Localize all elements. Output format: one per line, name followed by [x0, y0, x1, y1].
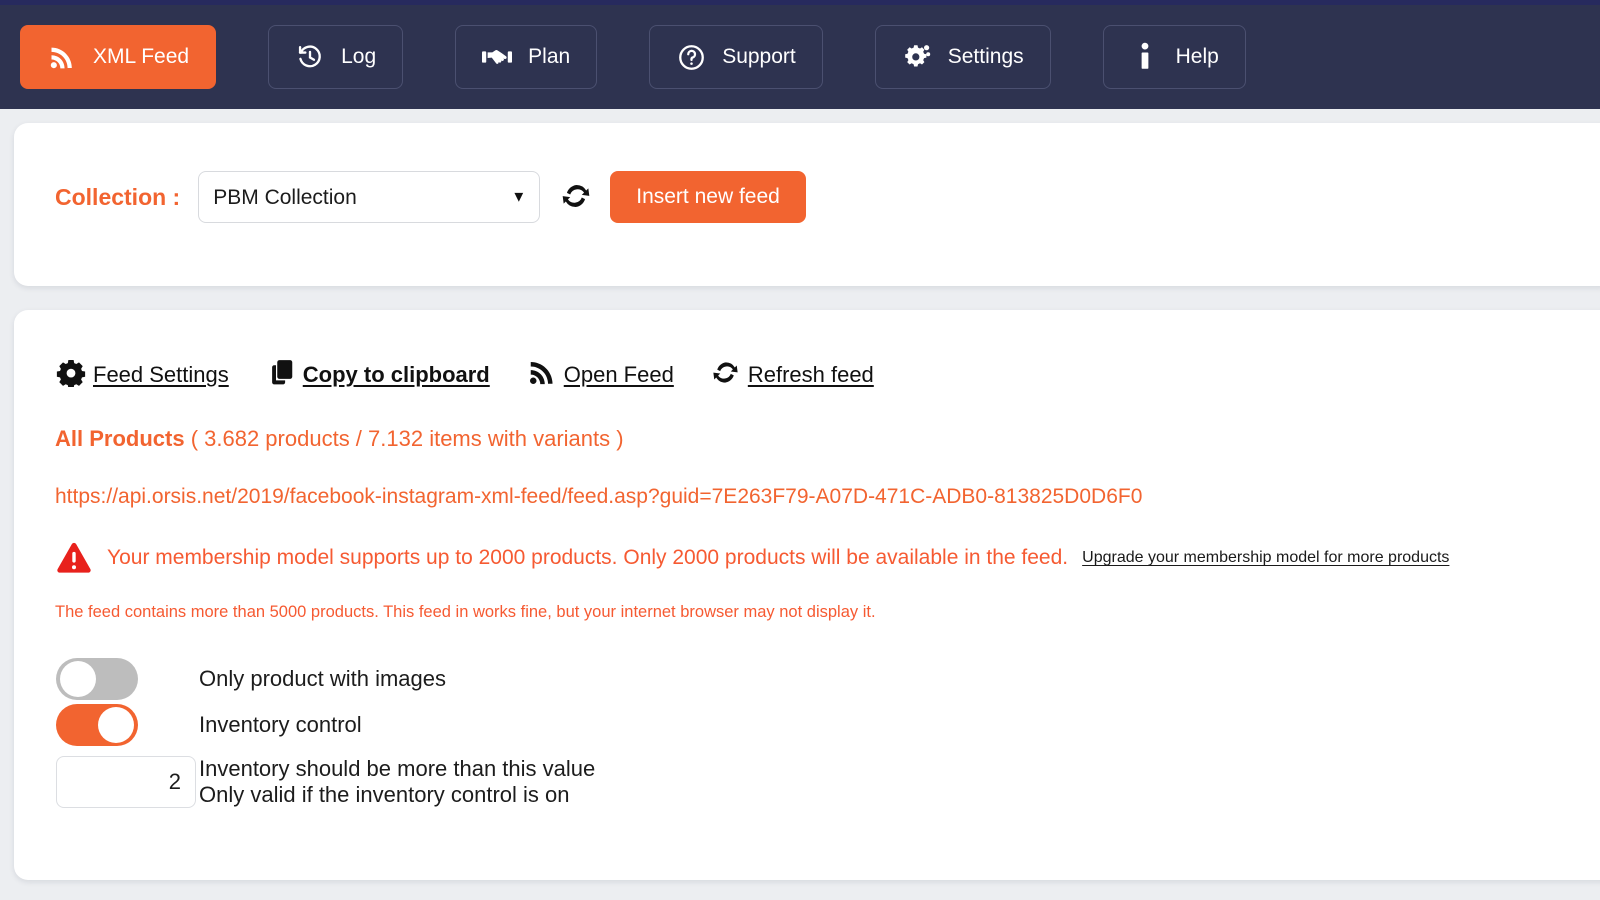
refresh-feed-link[interactable]: Refresh feed — [710, 356, 874, 388]
inventory-threshold-input[interactable] — [56, 756, 196, 808]
nav-item-support[interactable]: Support — [649, 25, 823, 89]
refresh-icon — [710, 356, 742, 388]
inventory-desc-line-1: Inventory should be more than this value — [199, 756, 596, 782]
toggle-inventory-control[interactable] — [56, 704, 138, 746]
copy-to-clipboard-label: Copy to clipboard — [302, 362, 490, 387]
page-content: Collection : PBM Collection ▼ Insert new… — [0, 109, 1600, 880]
warning-triangle-icon — [55, 541, 93, 575]
feed-actions-row: Feed Settings Copy to clipboard Open Fee… — [55, 356, 1600, 388]
info-icon — [1130, 42, 1160, 72]
nav-item-label: Plan — [528, 45, 571, 68]
inventory-threshold-row: Inventory should be more than this value… — [55, 756, 1600, 808]
toggle-knob — [98, 707, 134, 743]
collection-select[interactable]: PBM Collection — [198, 171, 541, 223]
nav-item-label: XML Feed — [93, 45, 190, 68]
nav-item-label: Support — [722, 45, 796, 68]
products-title: All Products — [55, 426, 185, 451]
inventory-threshold-description: Inventory should be more than this value… — [199, 756, 595, 808]
copy-to-clipboard-link[interactable]: Copy to clipboard — [265, 356, 490, 388]
feed-settings-link[interactable]: Feed Settings — [55, 356, 229, 388]
nav-item-label: Log — [341, 45, 377, 68]
main-navbar: XML Feed Log Plan Support Settings Help — [0, 5, 1600, 109]
nav-item-xml-feed[interactable]: XML Feed — [20, 25, 217, 89]
rss-icon — [526, 356, 558, 388]
products-summary: All Products ( 3.682 products / 7.132 it… — [55, 426, 1600, 452]
nav-item-settings[interactable]: Settings — [874, 25, 1051, 89]
refresh-icon — [559, 179, 593, 216]
open-feed-link[interactable]: Open Feed — [526, 356, 674, 388]
collection-row: Collection : PBM Collection ▼ Insert new… — [55, 171, 806, 223]
feed-card: Feed Settings Copy to clipboard Open Fee… — [14, 310, 1600, 880]
feed-url[interactable]: https://api.orsis.net/2019/facebook-inst… — [55, 485, 1600, 509]
insert-new-feed-button[interactable]: Insert new feed — [610, 171, 806, 223]
inventory-desc-line-2: Only valid if the inventory control is o… — [199, 782, 570, 807]
rss-icon — [47, 42, 77, 72]
gear-icon — [55, 356, 87, 388]
feed-size-note: The feed contains more than 5000 product… — [55, 603, 876, 621]
collection-card: Collection : PBM Collection ▼ Insert new… — [14, 123, 1600, 286]
collection-label: Collection : — [55, 183, 181, 210]
nav-item-label: Settings — [947, 45, 1024, 68]
refresh-feed-label: Refresh feed — [747, 362, 874, 387]
membership-warning-text: Your membership model supports up to 200… — [107, 546, 1069, 569]
handshake-icon — [482, 42, 513, 72]
products-counts: ( 3.682 products / 7.132 items with vari… — [190, 426, 624, 451]
toggle-knob — [60, 661, 96, 697]
history-icon — [295, 42, 325, 72]
refresh-collections-button[interactable] — [558, 179, 594, 215]
question-circle-icon — [676, 42, 706, 72]
membership-warning: Your membership model supports up to 200… — [55, 541, 1600, 575]
clipboard-icon — [265, 356, 297, 388]
feed-settings-label: Feed Settings — [93, 362, 229, 387]
nav-item-plan[interactable]: Plan — [455, 25, 598, 89]
toggle-label-images: Only product with images — [199, 666, 446, 691]
toggle-row-inventory: Inventory control — [55, 704, 1600, 746]
toggle-only-products-with-images[interactable] — [56, 658, 138, 700]
nav-item-log[interactable]: Log — [268, 25, 404, 89]
collection-select-wrapper: PBM Collection ▼ — [198, 171, 541, 223]
gears-icon — [902, 42, 932, 72]
upgrade-membership-link[interactable]: Upgrade your membership model for more p… — [1082, 549, 1449, 567]
nav-item-label: Help — [1175, 45, 1219, 68]
open-feed-label: Open Feed — [563, 362, 674, 387]
toggle-label-inventory: Inventory control — [199, 712, 362, 737]
nav-item-help[interactable]: Help — [1102, 25, 1246, 89]
toggle-row-images: Only product with images — [55, 658, 1600, 700]
